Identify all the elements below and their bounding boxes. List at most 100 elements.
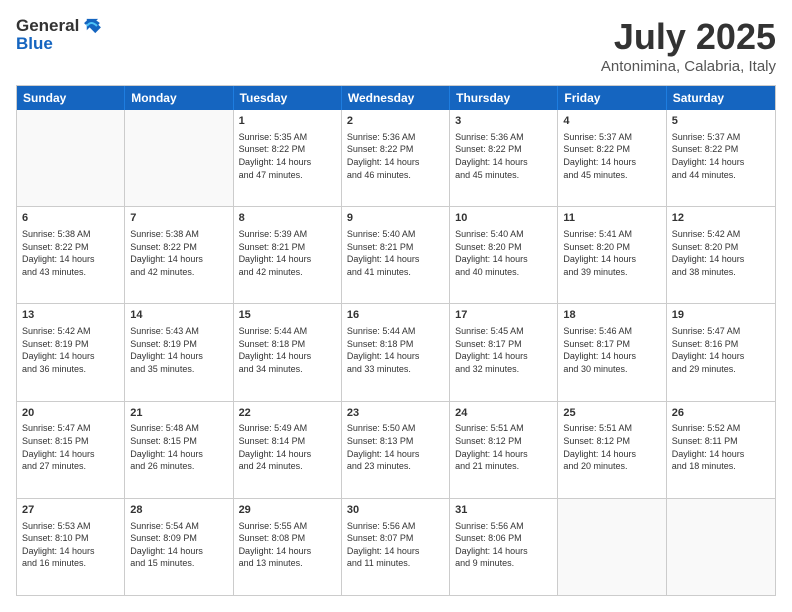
day-number: 10 bbox=[455, 211, 552, 226]
day-number: 6 bbox=[22, 211, 119, 226]
cell-info: Sunrise: 5:47 AM Sunset: 8:16 PM Dayligh… bbox=[672, 325, 770, 375]
day-number: 12 bbox=[672, 211, 770, 226]
cal-cell: 14Sunrise: 5:43 AM Sunset: 8:19 PM Dayli… bbox=[125, 304, 233, 400]
day-header-friday: Friday bbox=[558, 86, 666, 110]
cell-info: Sunrise: 5:47 AM Sunset: 8:15 PM Dayligh… bbox=[22, 422, 119, 472]
location-subtitle: Antonimina, Calabria, Italy bbox=[601, 58, 776, 75]
cal-cell: 22Sunrise: 5:49 AM Sunset: 8:14 PM Dayli… bbox=[234, 402, 342, 498]
title-block: July 2025 Antonimina, Calabria, Italy bbox=[601, 16, 776, 75]
cal-cell: 27 Sunrise: 5:53 AM Sunset: 8:10 PM Dayli… bbox=[17, 499, 125, 595]
cal-cell: 7Sunrise: 5:38 AM Sunset: 8:22 PM Daylig… bbox=[125, 207, 233, 303]
calendar: SundayMondayTuesdayWednesdayThursdayFrid… bbox=[16, 85, 776, 596]
cell-info: Sunrise: 5:56 AM Sunset: 8:06 PM Dayligh… bbox=[455, 520, 552, 570]
cell-info: Sunrise: 5:35 AM Sunset: 8:22 PM Dayligh… bbox=[239, 131, 336, 181]
day-number: 22 bbox=[239, 406, 336, 421]
cell-info: Sunrise: 5:36 AM Sunset: 8:22 PM Dayligh… bbox=[455, 131, 552, 181]
cal-cell: 17 Sunrise: 5:45 AM Sunset: 8:17 PM Dayli… bbox=[450, 304, 558, 400]
day-number: 8 bbox=[239, 211, 336, 226]
cal-cell: 4 Sunrise: 5:37 AM Sunset: 8:22 PM Daylig… bbox=[558, 110, 666, 206]
week-row-4: 20Sunrise: 5:47 AM Sunset: 8:15 PM Dayli… bbox=[17, 401, 775, 498]
cell-info: Sunrise: 5:51 AM Sunset: 8:12 PM Dayligh… bbox=[563, 422, 660, 472]
month-title: July 2025 bbox=[601, 16, 776, 58]
cell-info: Sunrise: 5:38 AM Sunset: 8:22 PM Dayligh… bbox=[22, 228, 119, 278]
week-row-2: 6 Sunrise: 5:38 AM Sunset: 8:22 PM Daylig… bbox=[17, 206, 775, 303]
day-number: 9 bbox=[347, 211, 444, 226]
cell-info: Sunrise: 5:42 AM Sunset: 8:20 PM Dayligh… bbox=[672, 228, 770, 278]
day-number: 17 bbox=[455, 308, 552, 323]
cal-cell: 18Sunrise: 5:46 AM Sunset: 8:17 PM Dayli… bbox=[558, 304, 666, 400]
cal-cell: 5Sunrise: 5:37 AM Sunset: 8:22 PM Daylig… bbox=[667, 110, 775, 206]
cell-info: Sunrise: 5:40 AM Sunset: 8:21 PM Dayligh… bbox=[347, 228, 444, 278]
cell-info: Sunrise: 5:38 AM Sunset: 8:22 PM Dayligh… bbox=[130, 228, 227, 278]
day-number: 27 bbox=[22, 503, 119, 518]
day-number: 30 bbox=[347, 503, 444, 518]
cal-cell: 19 Sunrise: 5:47 AM Sunset: 8:16 PM Dayli… bbox=[667, 304, 775, 400]
day-number: 2 bbox=[347, 114, 444, 129]
day-header-monday: Monday bbox=[125, 86, 233, 110]
cal-cell: 11Sunrise: 5:41 AM Sunset: 8:20 PM Dayli… bbox=[558, 207, 666, 303]
cal-cell: 21Sunrise: 5:48 AM Sunset: 8:15 PM Dayli… bbox=[125, 402, 233, 498]
cal-cell: 25Sunrise: 5:51 AM Sunset: 8:12 PM Dayli… bbox=[558, 402, 666, 498]
cell-info: Sunrise: 5:46 AM Sunset: 8:17 PM Dayligh… bbox=[563, 325, 660, 375]
day-number: 24 bbox=[455, 406, 552, 421]
cal-cell: 12 Sunrise: 5:42 AM Sunset: 8:20 PM Dayli… bbox=[667, 207, 775, 303]
logo-blue: Blue bbox=[16, 34, 101, 54]
day-number: 23 bbox=[347, 406, 444, 421]
cal-cell: 10 Sunrise: 5:40 AM Sunset: 8:20 PM Dayli… bbox=[450, 207, 558, 303]
cell-info: Sunrise: 5:48 AM Sunset: 8:15 PM Dayligh… bbox=[130, 422, 227, 472]
day-number: 11 bbox=[563, 211, 660, 226]
day-number: 28 bbox=[130, 503, 227, 518]
logo: General Blue bbox=[16, 16, 101, 54]
cal-cell: 6 Sunrise: 5:38 AM Sunset: 8:22 PM Daylig… bbox=[17, 207, 125, 303]
cal-cell bbox=[17, 110, 125, 206]
day-number: 14 bbox=[130, 308, 227, 323]
cal-cell: 31 Sunrise: 5:56 AM Sunset: 8:06 PM Dayli… bbox=[450, 499, 558, 595]
week-row-1: 1Sunrise: 5:35 AM Sunset: 8:22 PM Daylig… bbox=[17, 110, 775, 206]
calendar-header: SundayMondayTuesdayWednesdayThursdayFrid… bbox=[17, 86, 775, 110]
week-row-3: 13 Sunrise: 5:42 AM Sunset: 8:19 PM Dayli… bbox=[17, 303, 775, 400]
cal-cell: 24Sunrise: 5:51 AM Sunset: 8:12 PM Dayli… bbox=[450, 402, 558, 498]
day-header-wednesday: Wednesday bbox=[342, 86, 450, 110]
day-number: 19 bbox=[672, 308, 770, 323]
cell-info: Sunrise: 5:49 AM Sunset: 8:14 PM Dayligh… bbox=[239, 422, 336, 472]
cell-info: Sunrise: 5:52 AM Sunset: 8:11 PM Dayligh… bbox=[672, 422, 770, 472]
day-number: 4 bbox=[563, 114, 660, 129]
cell-info: Sunrise: 5:36 AM Sunset: 8:22 PM Dayligh… bbox=[347, 131, 444, 181]
cell-info: Sunrise: 5:51 AM Sunset: 8:12 PM Dayligh… bbox=[455, 422, 552, 472]
day-header-thursday: Thursday bbox=[450, 86, 558, 110]
cal-cell: 20Sunrise: 5:47 AM Sunset: 8:15 PM Dayli… bbox=[17, 402, 125, 498]
day-number: 20 bbox=[22, 406, 119, 421]
cal-cell: 1Sunrise: 5:35 AM Sunset: 8:22 PM Daylig… bbox=[234, 110, 342, 206]
day-number: 26 bbox=[672, 406, 770, 421]
day-number: 25 bbox=[563, 406, 660, 421]
cal-cell: 3Sunrise: 5:36 AM Sunset: 8:22 PM Daylig… bbox=[450, 110, 558, 206]
cal-cell: 9 Sunrise: 5:40 AM Sunset: 8:21 PM Daylig… bbox=[342, 207, 450, 303]
day-number: 16 bbox=[347, 308, 444, 323]
cell-info: Sunrise: 5:44 AM Sunset: 8:18 PM Dayligh… bbox=[239, 325, 336, 375]
cell-info: Sunrise: 5:39 AM Sunset: 8:21 PM Dayligh… bbox=[239, 228, 336, 278]
cal-cell: 26Sunrise: 5:52 AM Sunset: 8:11 PM Dayli… bbox=[667, 402, 775, 498]
cal-cell: 2 Sunrise: 5:36 AM Sunset: 8:22 PM Daylig… bbox=[342, 110, 450, 206]
page: General Blue July 2025 Antonimina, Calab… bbox=[0, 0, 792, 612]
logo-icon bbox=[81, 16, 101, 36]
day-number: 21 bbox=[130, 406, 227, 421]
cal-cell: 29Sunrise: 5:55 AM Sunset: 8:08 PM Dayli… bbox=[234, 499, 342, 595]
week-row-5: 27 Sunrise: 5:53 AM Sunset: 8:10 PM Dayli… bbox=[17, 498, 775, 595]
cell-info: Sunrise: 5:42 AM Sunset: 8:19 PM Dayligh… bbox=[22, 325, 119, 375]
cell-info: Sunrise: 5:37 AM Sunset: 8:22 PM Dayligh… bbox=[563, 131, 660, 181]
cell-info: Sunrise: 5:53 AM Sunset: 8:10 PM Dayligh… bbox=[22, 520, 119, 570]
day-number: 13 bbox=[22, 308, 119, 323]
cell-info: Sunrise: 5:50 AM Sunset: 8:13 PM Dayligh… bbox=[347, 422, 444, 472]
day-header-sunday: Sunday bbox=[17, 86, 125, 110]
cell-info: Sunrise: 5:45 AM Sunset: 8:17 PM Dayligh… bbox=[455, 325, 552, 375]
cal-cell: 30 Sunrise: 5:56 AM Sunset: 8:07 PM Dayli… bbox=[342, 499, 450, 595]
cal-cell: 23Sunrise: 5:50 AM Sunset: 8:13 PM Dayli… bbox=[342, 402, 450, 498]
cell-info: Sunrise: 5:37 AM Sunset: 8:22 PM Dayligh… bbox=[672, 131, 770, 181]
day-number: 31 bbox=[455, 503, 552, 518]
day-number: 15 bbox=[239, 308, 336, 323]
cell-info: Sunrise: 5:54 AM Sunset: 8:09 PM Dayligh… bbox=[130, 520, 227, 570]
cal-cell: 15 Sunrise: 5:44 AM Sunset: 8:18 PM Dayli… bbox=[234, 304, 342, 400]
cell-info: Sunrise: 5:44 AM Sunset: 8:18 PM Dayligh… bbox=[347, 325, 444, 375]
cell-info: Sunrise: 5:40 AM Sunset: 8:20 PM Dayligh… bbox=[455, 228, 552, 278]
cell-info: Sunrise: 5:56 AM Sunset: 8:07 PM Dayligh… bbox=[347, 520, 444, 570]
